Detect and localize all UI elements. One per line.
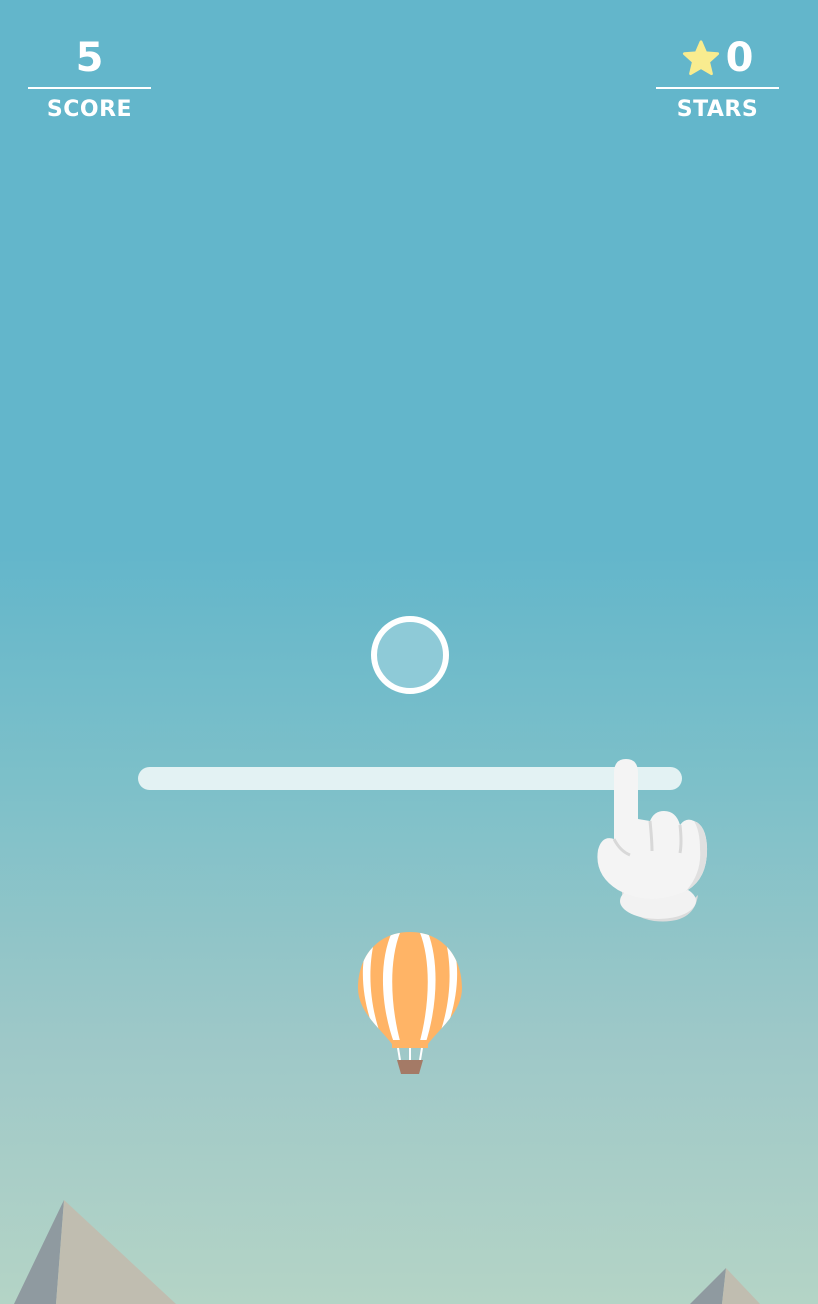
score-label: SCORE xyxy=(46,97,133,122)
score-value: 5 xyxy=(75,35,104,81)
hot-air-balloon-icon xyxy=(352,928,468,1078)
stars-value: 0 xyxy=(725,35,754,81)
target-ring-icon xyxy=(371,616,449,694)
star-icon xyxy=(682,39,720,77)
stars-divider xyxy=(656,87,779,89)
score-display: 5 SCORE xyxy=(28,32,151,122)
stars-value-row: 0 xyxy=(656,32,779,84)
stars-label: STARS xyxy=(676,97,759,122)
mountains-icon xyxy=(0,1190,818,1304)
score-divider xyxy=(28,87,151,89)
pointing-hand-icon xyxy=(590,755,715,930)
stars-display: 0 STARS xyxy=(656,32,779,122)
